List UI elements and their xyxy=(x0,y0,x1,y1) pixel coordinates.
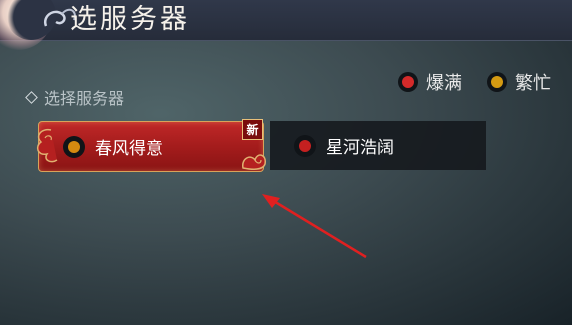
legend-full-label: 爆满 xyxy=(426,73,462,94)
page-title: 选服务器 xyxy=(70,4,190,35)
cloud-ornament-icon xyxy=(36,128,58,163)
status-full-icon xyxy=(294,134,316,157)
legend-busy: 繁忙 xyxy=(487,68,551,96)
server-button[interactable]: 星河浩阔 xyxy=(270,121,486,170)
diamond-icon xyxy=(25,90,38,104)
status-full-icon xyxy=(398,72,418,92)
section-heading-label: 选择服务器 xyxy=(44,89,125,108)
cloud-ornament-icon xyxy=(242,154,266,170)
title-bar: 选服务器 xyxy=(0,0,572,50)
status-busy-icon xyxy=(487,72,507,92)
server-name: 星河浩阔 xyxy=(326,138,394,158)
server-button-selected[interactable]: 春风得意 新 xyxy=(36,119,266,172)
server-name: 春风得意 xyxy=(95,139,163,159)
section-heading: 选择服务器 xyxy=(24,85,124,109)
status-busy-icon xyxy=(63,135,85,158)
new-badge: 新 xyxy=(242,119,263,140)
legend-full: 爆满 xyxy=(398,68,462,96)
legend-busy-label: 繁忙 xyxy=(515,73,551,94)
